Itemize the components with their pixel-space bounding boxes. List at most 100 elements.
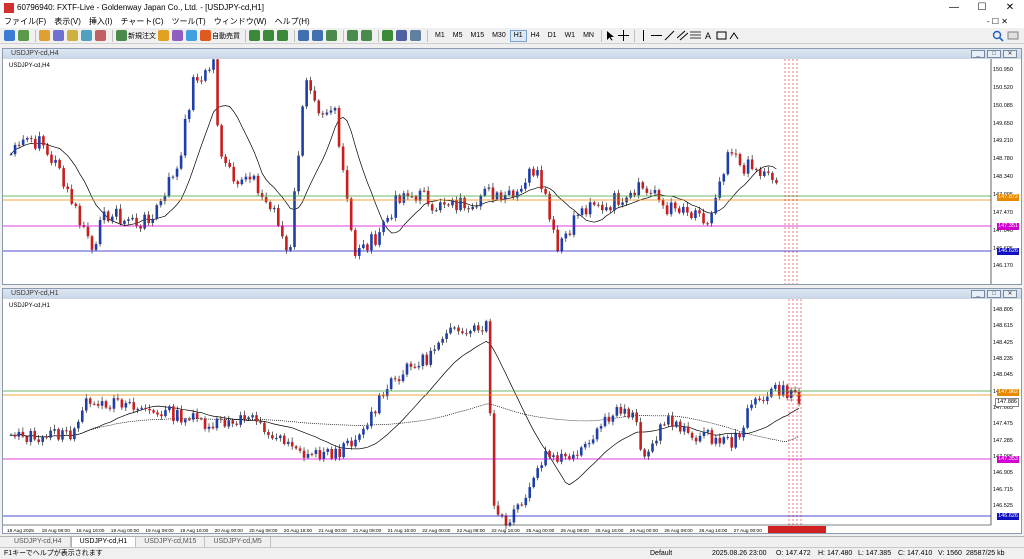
chart-window-title-h4: USDJPY-cd,H4 _ □ ✕: [3, 49, 1021, 59]
new-order-button[interactable]: 新規注文: [116, 30, 156, 42]
candle-body: [544, 188, 547, 194]
chart-maximize-button[interactable]: □: [987, 290, 1001, 298]
text-label-icon[interactable]: [716, 30, 727, 41]
candle-body: [227, 420, 231, 427]
chart-minimize-button[interactable]: _: [971, 50, 985, 58]
chart-close-button[interactable]: ✕: [1003, 50, 1017, 58]
candle-body: [572, 454, 575, 460]
menu-view[interactable]: 表示(V): [54, 16, 81, 28]
timeframe-w1[interactable]: W1: [561, 30, 580, 42]
candle-body: [434, 210, 438, 212]
candle-body: [235, 423, 239, 425]
fibonacci-icon[interactable]: [689, 30, 701, 41]
timeframe-d1[interactable]: D1: [544, 30, 561, 42]
chart-close-button[interactable]: ✕: [1003, 290, 1017, 298]
timeframe-m5[interactable]: M5: [449, 30, 467, 42]
menu-chart[interactable]: チャート(C): [120, 16, 163, 28]
time-tick-label: 26 Aug 00:00: [630, 528, 659, 533]
candle-body: [309, 80, 312, 91]
cursor-icon[interactable]: [605, 30, 616, 41]
menu-window[interactable]: ウィンドウ(W): [214, 16, 267, 28]
chart-maximize-button[interactable]: □: [987, 50, 1001, 58]
candle-body: [504, 515, 508, 526]
candle-body: [215, 418, 219, 429]
market-icon[interactable]: [186, 30, 197, 41]
timeframe-h4[interactable]: H4: [527, 30, 544, 42]
timeframe-m30[interactable]: M30: [488, 30, 510, 42]
chart-window-h4[interactable]: USDJPY-cd,H4 _ □ ✕ USDJPY-cd,H4 150.950 1…: [2, 48, 1022, 285]
tile-windows-icon[interactable]: [326, 30, 337, 41]
chart-shift-icon[interactable]: [361, 30, 372, 41]
candle-body: [350, 440, 353, 447]
candle-body: [564, 453, 567, 457]
tab-usdjpy-m15[interactable]: USDJPY-cd,M15: [136, 537, 206, 547]
candle-body: [334, 448, 338, 459]
candle-body: [49, 430, 52, 438]
tab-usdjpy-h4[interactable]: USDJPY-cd,H4: [6, 537, 71, 547]
candle-body: [528, 168, 531, 183]
menu-insert[interactable]: 挿入(I): [89, 16, 113, 28]
chart-minimize-button[interactable]: _: [971, 290, 985, 298]
menu-file[interactable]: ファイル(F): [4, 16, 46, 28]
candle-body: [754, 398, 757, 405]
new-chart-icon[interactable]: [4, 30, 15, 41]
candle-body: [467, 208, 470, 210]
messages-icon[interactable]: [1007, 30, 1019, 42]
candle-body: [88, 398, 92, 404]
candle-body: [671, 416, 674, 427]
close-button[interactable]: ✕: [996, 0, 1024, 16]
channel-icon[interactable]: [676, 30, 688, 41]
zoom-in-icon[interactable]: [298, 30, 309, 41]
periods-icon[interactable]: [396, 30, 407, 41]
maximize-button[interactable]: ☐: [968, 0, 996, 16]
arrows-icon[interactable]: [729, 30, 743, 41]
timeframe-mn[interactable]: MN: [579, 30, 598, 42]
data-window-icon[interactable]: [53, 30, 64, 41]
menu-help[interactable]: ヘルプ(H): [275, 16, 310, 28]
auto-trading-button[interactable]: 自動売買: [200, 30, 240, 42]
price-tick-label: 148.045: [993, 372, 1013, 379]
horizontal-line-icon[interactable]: [650, 30, 662, 41]
signals-icon[interactable]: [172, 30, 183, 41]
title-bar: 60796940: FXTF-Live - Goldenway Japan Co…: [0, 0, 1024, 16]
candle-body: [714, 437, 718, 444]
menu-tools[interactable]: ツール(T): [171, 16, 205, 28]
candle-body: [619, 407, 623, 414]
plot-area-h4[interactable]: [3, 59, 1021, 284]
profiles-icon[interactable]: [18, 30, 29, 41]
bar-chart-icon[interactable]: [249, 30, 260, 41]
timeframe-m15[interactable]: M15: [466, 30, 488, 42]
time-tick-label: 19 Aug 16:00: [180, 528, 209, 533]
candle-body: [53, 429, 56, 431]
timeframe-m1[interactable]: M1: [431, 30, 449, 42]
vertical-line-icon[interactable]: [638, 30, 649, 41]
line-chart-icon[interactable]: [277, 30, 288, 41]
candle-body: [635, 412, 638, 423]
strategy-tester-icon[interactable]: [95, 30, 106, 41]
market-watch-icon[interactable]: [39, 30, 50, 41]
terminal-icon[interactable]: [81, 30, 92, 41]
candle-body: [159, 201, 163, 206]
tab-usdjpy-h1[interactable]: USDJPY-cd,H1: [70, 537, 137, 547]
plot-area-h1[interactable]: 18 Aug 2025 18 Aug 08:00 18 Aug 16:00 19 Au…: [3, 299, 1021, 533]
minimize-button[interactable]: —: [940, 0, 968, 16]
navigator-icon[interactable]: [67, 30, 78, 41]
auto-scroll-icon[interactable]: [347, 30, 358, 41]
trendline-icon[interactable]: [664, 30, 675, 41]
time-tick-label: 25 Aug 00:00: [526, 528, 555, 533]
metaeditor-icon[interactable]: [158, 30, 169, 41]
text-tool-icon[interactable]: A: [703, 30, 714, 41]
chart-window-h1[interactable]: USDJPY-cd,H1 _ □ ✕ USDJPY-cd,H1 18 Aug 2…: [2, 288, 1022, 534]
candle-body: [601, 204, 604, 211]
indicators-icon[interactable]: [382, 30, 393, 41]
tab-usdjpy-m5[interactable]: USDJPY-cd,M5: [205, 537, 271, 547]
candlestick-icon[interactable]: [263, 30, 274, 41]
crosshair-icon[interactable]: [617, 30, 629, 41]
templates-icon[interactable]: [410, 30, 421, 41]
search-icon[interactable]: [992, 30, 1004, 42]
timeframe-h1[interactable]: H1: [509, 29, 527, 42]
time-tick-label: 22 Aug 16:00: [491, 528, 520, 533]
candle-body: [556, 229, 560, 252]
child-window-controls[interactable]: - ☐ ✕: [987, 16, 1008, 28]
zoom-out-icon[interactable]: [312, 30, 323, 41]
